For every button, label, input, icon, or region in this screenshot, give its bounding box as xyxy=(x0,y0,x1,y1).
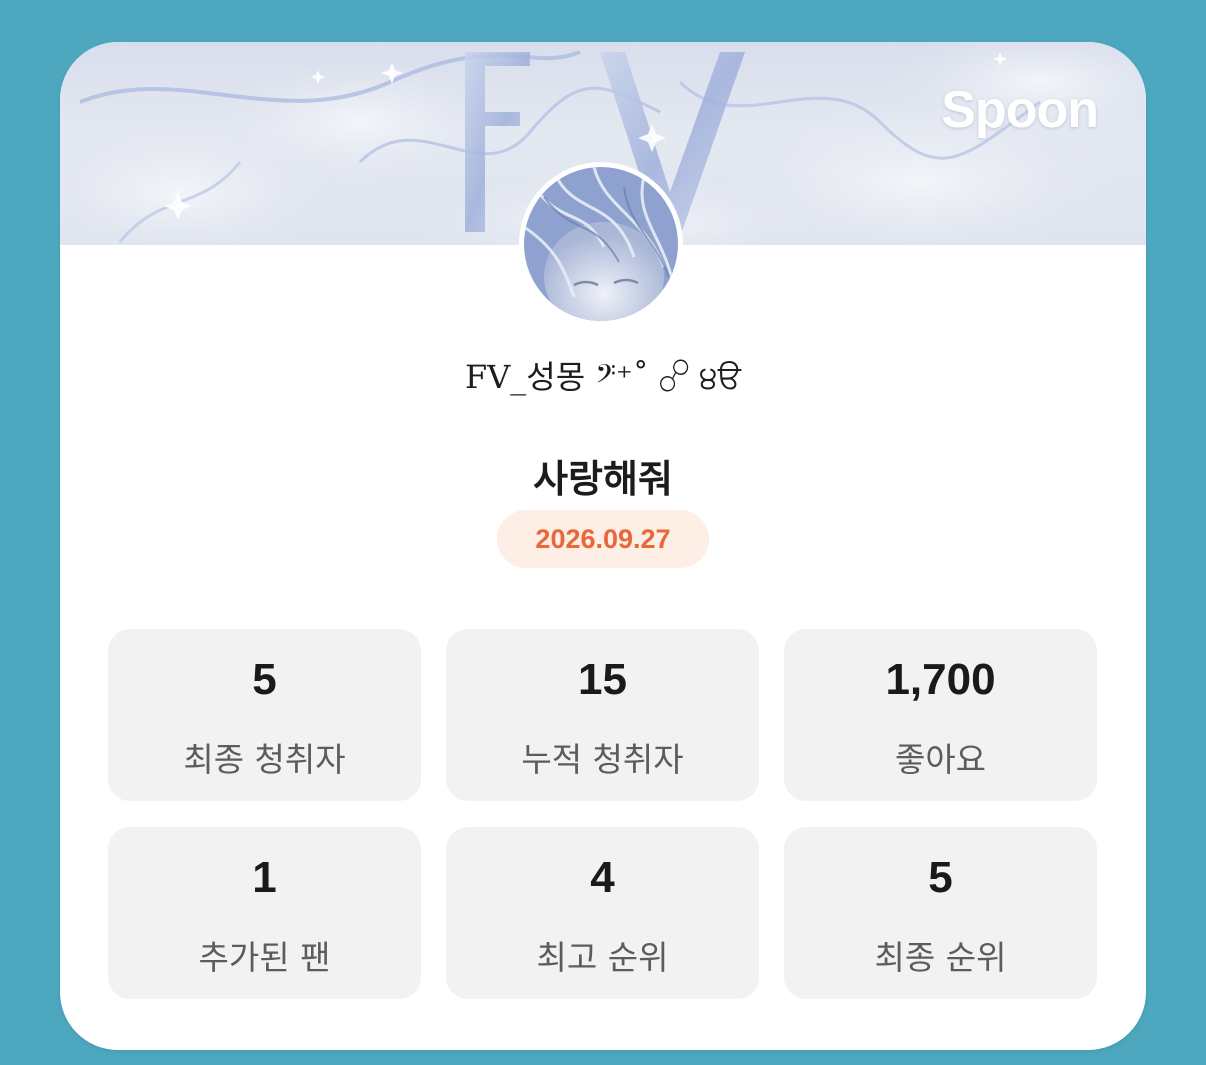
stat-value: 1 xyxy=(252,853,277,902)
stat-value: 5 xyxy=(928,853,953,902)
stat-label: 누적 청취자 xyxy=(521,740,684,779)
host-nickname: FV_성몽 𝄢⁺˚ ☍ ੪ੳ xyxy=(464,358,742,396)
stat-label: 좋아요 xyxy=(894,740,987,779)
stat-likes: 1,700 좋아요 xyxy=(784,629,1097,801)
avatar-image xyxy=(524,167,678,321)
live-result-card: Spoon FV_성몽 𝄢⁺˚ ☍ ੪ੳ 사랑해줘 2026.09.27 5 최… xyxy=(60,42,1146,1050)
stat-label: 최종 청취자 xyxy=(183,740,346,779)
live-date-badge: 2026.09.27 xyxy=(497,510,709,568)
stat-final-rank: 5 최종 순위 xyxy=(784,827,1097,999)
stat-total-listeners: 15 누적 청취자 xyxy=(446,629,759,801)
stat-value: 4 xyxy=(590,853,615,902)
avatar xyxy=(519,162,683,326)
stat-final-listeners: 5 최종 청취자 xyxy=(108,629,421,801)
stat-value: 5 xyxy=(252,655,277,704)
stat-value: 15 xyxy=(578,655,627,704)
stat-label: 추가된 팬 xyxy=(198,938,331,977)
stat-label: 최고 순위 xyxy=(536,938,669,977)
stat-label: 최종 순위 xyxy=(874,938,1007,977)
stat-new-fans: 1 추가된 팬 xyxy=(108,827,421,999)
stat-best-rank: 4 최고 순위 xyxy=(446,827,759,999)
stat-value: 1,700 xyxy=(885,655,996,704)
live-title: 사랑해줘 xyxy=(533,457,673,501)
spoon-logo: Spoon xyxy=(941,81,1099,139)
